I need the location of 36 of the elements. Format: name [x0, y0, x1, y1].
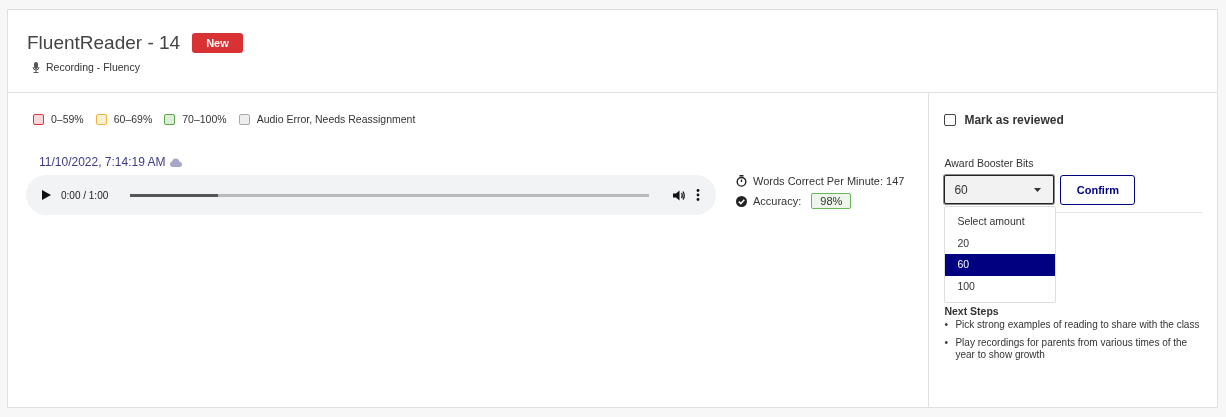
progress-track[interactable]	[130, 193, 649, 197]
award-label: Award Booster Bits	[944, 157, 1035, 169]
check-circle-icon	[736, 195, 747, 207]
bullet: •	[944, 337, 949, 350]
accuracy-value: 98%	[811, 193, 852, 209]
confirm-button[interactable]: Confirm	[1060, 175, 1136, 205]
legend-label: 70–100%	[182, 113, 227, 125]
audio-player[interactable]: 0:00 / 1:00	[26, 175, 716, 215]
wcpm-stat: Words Correct Per Minute: 147	[753, 175, 905, 187]
amount-select[interactable]: 60	[944, 175, 1055, 204]
more-icon[interactable]	[696, 189, 700, 201]
next-step-item: Play recordings for parents from various times of the year to show growth	[955, 337, 1189, 361]
microphone-icon	[32, 61, 40, 73]
caret-icon	[1034, 187, 1042, 192]
recording-timestamp: 11/10/2022, 7:14:19 AM	[39, 155, 166, 169]
cloud-icon	[169, 157, 182, 167]
amount-option[interactable]: 100	[945, 275, 1056, 297]
amount-option[interactable]: 20	[945, 232, 1056, 254]
stopwatch-icon	[736, 175, 747, 187]
legend-label: 0–59%	[51, 113, 84, 125]
recording-type: Recording - Fluency	[46, 61, 140, 73]
play-icon[interactable]	[42, 190, 51, 200]
legend-label: 60–69%	[113, 113, 153, 125]
new-badge: New	[192, 33, 243, 53]
accuracy-label: Accuracy:	[753, 195, 802, 207]
playback-time: 0:00 / 1:00	[61, 189, 109, 201]
page-title: FluentReader - 14	[27, 32, 181, 54]
next-step-item: Pick strong examples of reading to share with the class	[955, 319, 1201, 331]
bullet: •	[944, 319, 949, 331]
next-steps-title: Next Steps	[944, 305, 1000, 317]
amount-option[interactable]: 60	[945, 254, 1056, 276]
legend-label: Audio Error, Needs Reassignment	[256, 113, 416, 125]
review-checkbox[interactable]	[944, 114, 957, 126]
amount-option[interactable]: Select amount	[945, 211, 1056, 233]
volume-icon[interactable]	[673, 189, 686, 201]
review-label: Mark as reviewed	[964, 113, 1064, 127]
